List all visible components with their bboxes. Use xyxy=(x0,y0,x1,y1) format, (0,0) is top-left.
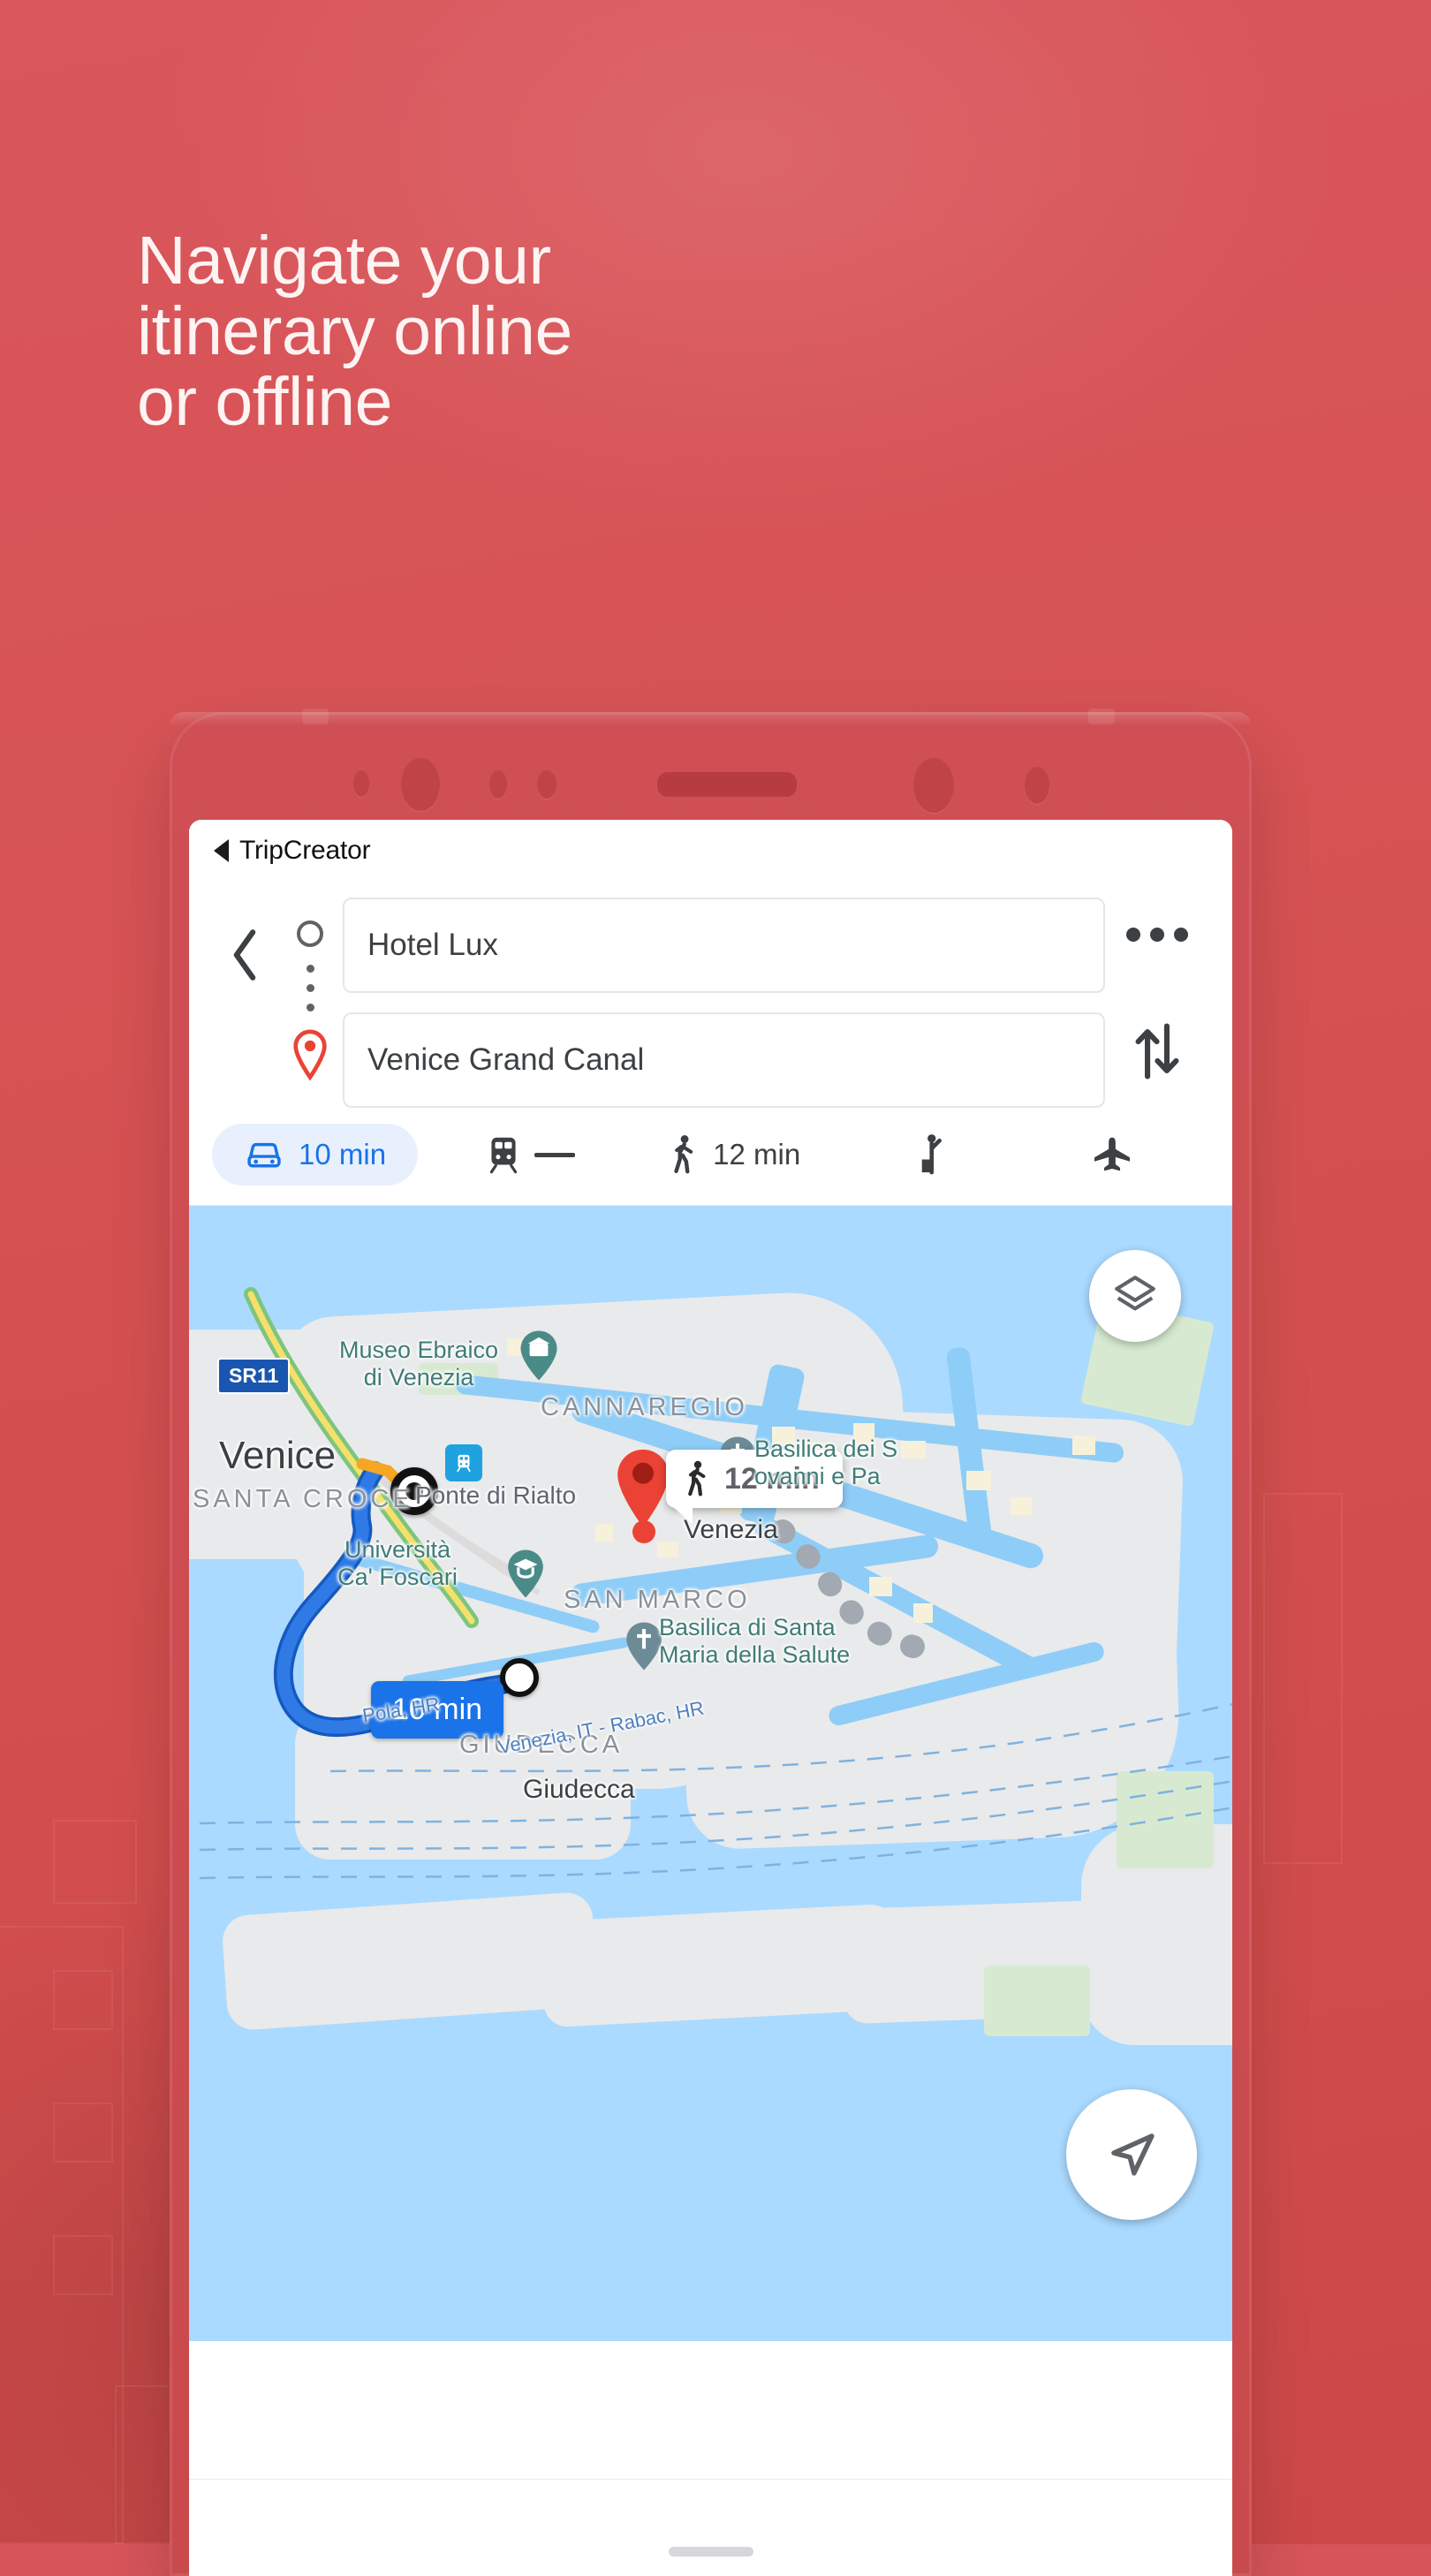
walk-icon xyxy=(688,1460,706,1496)
phone-sensor xyxy=(353,770,369,797)
bottom-sheet[interactable] xyxy=(189,2479,1232,2576)
phone-front-camera xyxy=(913,758,954,813)
layers-fab[interactable] xyxy=(1089,1250,1181,1342)
map-label-cafoscari: Università Ca' Foscari xyxy=(337,1536,458,1591)
phone-sensor xyxy=(489,770,507,799)
map-label-venezia: Venezia xyxy=(684,1515,778,1544)
map-label-venice: Venice xyxy=(219,1434,337,1477)
travel-mode-drive[interactable]: 10 min xyxy=(212,1124,419,1186)
university-pin[interactable] xyxy=(505,1549,546,1602)
travel-mode-tabs: 10 min 12 min xyxy=(189,1110,1232,1206)
map-building xyxy=(869,1577,892,1596)
back-triangle-icon[interactable] xyxy=(214,839,229,862)
map-label-cannaregio: CANNAREGIO xyxy=(541,1393,748,1421)
map-building xyxy=(657,1542,678,1557)
travel-mode-flight[interactable] xyxy=(1028,1135,1209,1174)
map-label-museo: Museo Ebraico di Venezia xyxy=(338,1337,499,1391)
car-icon xyxy=(247,1142,281,1168)
decorative-outline xyxy=(53,1970,113,2030)
navigate-fab[interactable] xyxy=(1066,2089,1197,2220)
layers-icon xyxy=(1115,1276,1155,1311)
travel-mode-walk-label: 12 min xyxy=(713,1138,801,1171)
walk-icon xyxy=(674,1135,693,1174)
travel-mode-transit[interactable] xyxy=(441,1135,622,1174)
decorative-outline xyxy=(53,2102,113,2163)
back-button[interactable] xyxy=(212,876,277,988)
map-label-salute: Basilica di Santa Maria della Salute xyxy=(659,1614,851,1669)
navigation-arrow-icon xyxy=(1111,2133,1155,2176)
destination-input[interactable]: Venice Grand Canal xyxy=(343,1012,1105,1108)
headline-line: or offline xyxy=(137,364,392,441)
map-building xyxy=(901,1441,926,1458)
map-building xyxy=(595,1524,613,1542)
decorative-outline xyxy=(1263,1493,1343,1864)
map-building xyxy=(913,1603,933,1623)
header-actions xyxy=(1105,876,1209,1110)
phone-earpiece xyxy=(657,772,797,797)
swap-vertical-icon[interactable] xyxy=(1132,993,1183,1110)
headline-line: itinerary online xyxy=(137,293,572,370)
home-indicator xyxy=(668,2547,753,2557)
headline-line: Navigate your xyxy=(137,223,551,299)
phone-sensor xyxy=(1025,767,1049,804)
transit-station-icon[interactable] xyxy=(445,1444,482,1481)
map-label-giudecca-place: Giudecca xyxy=(523,1775,635,1804)
map-canvas[interactable]: SR11 10 min 12 min Museo Ebraico di Vene… xyxy=(189,1206,1232,2341)
map-label-rialto: Ponte di Rialto xyxy=(415,1481,577,1509)
phone-mockup: TripCreator Hotel Lux Venice Grand Canal… xyxy=(170,708,1252,2576)
decorative-outline xyxy=(53,1820,137,1904)
airplane-icon xyxy=(1094,1137,1130,1171)
map-building xyxy=(966,1471,991,1490)
map-label-santacroce: SANTA CROCE xyxy=(193,1485,413,1513)
route-endpoint-icons xyxy=(277,876,343,1080)
phone-top-button xyxy=(1088,708,1115,724)
phone-top-button xyxy=(302,708,329,724)
phone-sensor xyxy=(537,770,556,799)
phone-front-camera xyxy=(401,758,440,811)
more-horizontal-icon[interactable] xyxy=(1126,876,1188,993)
phone-screen: TripCreator Hotel Lux Venice Grand Canal… xyxy=(189,820,1232,2576)
page-title: Navigate your itinerary online or offlin… xyxy=(137,225,932,437)
circle-outline-icon xyxy=(297,921,323,947)
travel-mode-transit-label xyxy=(534,1152,576,1157)
route-dotted-connector xyxy=(306,965,314,1011)
directions-header: Hotel Lux Venice Grand Canal xyxy=(189,873,1232,1110)
travel-mode-rideshare[interactable] xyxy=(848,1133,1029,1176)
origin-input[interactable]: Hotel Lux xyxy=(343,898,1105,993)
map-label-sanmarco: SAN MARCO xyxy=(564,1586,751,1614)
decorative-outline xyxy=(53,2235,113,2295)
route-fields: Hotel Lux Venice Grand Canal xyxy=(343,876,1105,1108)
travel-mode-walk[interactable]: 12 min xyxy=(622,1134,848,1175)
chevron-left-icon xyxy=(233,929,256,981)
map-pin-icon xyxy=(291,1029,329,1080)
hail-ride-icon xyxy=(921,1134,942,1175)
origin-input-value: Hotel Lux xyxy=(367,928,498,962)
drive-route-end-marker[interactable] xyxy=(500,1658,539,1697)
destination-input-value: Venice Grand Canal xyxy=(367,1042,645,1077)
travel-mode-drive-label: 10 min xyxy=(299,1138,387,1171)
map-label-basilica-giovanni: Basilica dei Sovanni e Pa xyxy=(754,1436,898,1490)
app-statusbar: TripCreator xyxy=(189,820,1232,873)
app-name-label: TripCreator xyxy=(239,836,371,865)
map-building xyxy=(1072,1436,1095,1455)
train-icon xyxy=(490,1137,518,1174)
map-building xyxy=(1011,1497,1032,1515)
